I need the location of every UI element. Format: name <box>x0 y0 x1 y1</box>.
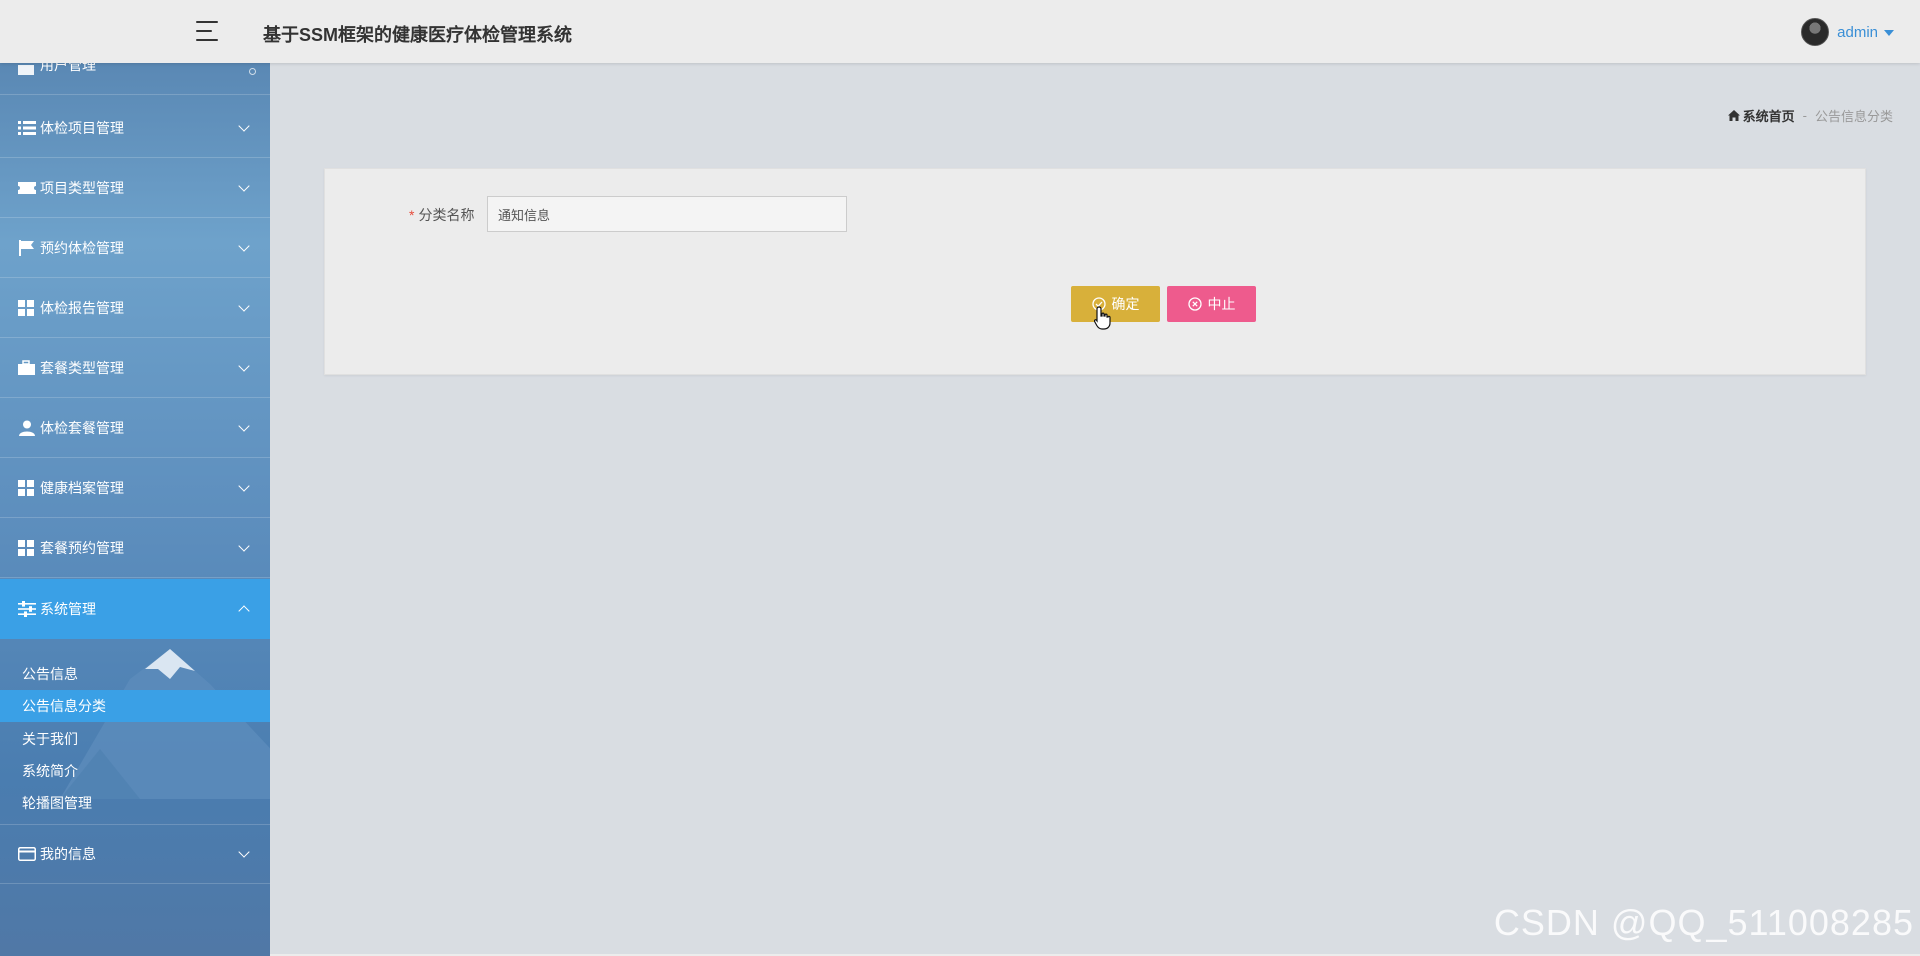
sidebar-subitem-about-us[interactable]: 关于我们 <box>0 723 270 755</box>
sidebar-item-my-info[interactable]: 我的信息 <box>0 824 270 884</box>
sidebar-item-label: 套餐预约管理 <box>40 539 124 556</box>
briefcase-icon <box>18 359 35 375</box>
app-title: 基于SSM框架的健康医疗体检管理系统 <box>263 25 573 45</box>
sidebar-subitem-label: 公告信息分类 <box>22 698 106 714</box>
home-icon <box>1727 110 1740 121</box>
chevron-down-icon <box>238 419 250 432</box>
sliders-icon <box>18 601 36 617</box>
user-menu[interactable]: admin <box>1801 17 1894 47</box>
avatar[interactable] <box>1801 18 1830 46</box>
sidebar-item-packages[interactable]: 体检套餐管理 <box>0 398 270 458</box>
sidebar-subitem-label: 轮播图管理 <box>22 795 92 811</box>
category-name-input[interactable] <box>487 196 847 232</box>
required-mark: * <box>409 207 415 223</box>
sidebar-item-user-management[interactable]: 用户管理 <box>0 63 270 95</box>
sidebar-item-label: 用户管理 <box>40 63 96 73</box>
chevron-up-icon <box>238 605 250 617</box>
sidebar-item-exam-items[interactable]: 体检项目管理 <box>0 98 270 158</box>
flag-icon <box>19 239 34 256</box>
sidebar-item-label: 健康档案管理 <box>40 479 124 496</box>
user-icon <box>19 420 35 436</box>
watermark: CSDN @QQ_511008285 <box>1493 902 1914 943</box>
sidebar-subitem-notice[interactable]: 公告信息 <box>0 658 270 690</box>
sidebar-item-label: 系统管理 <box>40 601 96 617</box>
grid-icon <box>18 479 34 496</box>
sidebar-item-label: 体检套餐管理 <box>40 419 124 436</box>
chevron-down-icon <box>238 359 250 372</box>
sidebar: 用户管理 体检项目管理 项目类型管理 预约体检管理 体检报告管理 套餐类型管理 … <box>0 63 270 956</box>
sidebar-item-package-types[interactable]: 套餐类型管理 <box>0 338 270 398</box>
sidebar-subitem-carousel[interactable]: 轮播图管理 <box>0 787 270 819</box>
sidebar-subitem-label: 系统简介 <box>22 763 78 779</box>
chevron-down-icon <box>238 299 250 312</box>
sidebar-item-label: 体检项目管理 <box>40 119 124 136</box>
sidebar-item-label: 体检报告管理 <box>40 299 124 316</box>
sidebar-item-label: 预约体检管理 <box>40 239 124 256</box>
chevron-down-icon <box>238 119 250 132</box>
grid-icon <box>18 299 34 316</box>
stop-button[interactable]: 中止 <box>1167 286 1256 322</box>
chevron-down-icon <box>238 479 250 492</box>
hand-cursor-icon <box>1094 306 1111 330</box>
form-card: *分类名称 确定 中止 <box>324 168 1866 375</box>
breadcrumb-home-label[interactable]: 系统首页 <box>1743 106 1795 125</box>
category-name-label-text: 分类名称 <box>418 207 475 223</box>
list-icon <box>18 120 36 135</box>
sidebar-item-project-types[interactable]: 项目类型管理 <box>0 158 270 218</box>
top-header: 基于SSM框架的健康医疗体检管理系统 admin <box>0 0 1920 63</box>
breadcrumb-separator: - <box>1802 108 1807 123</box>
sidebar-subitem-system-intro[interactable]: 系统简介 <box>0 755 270 787</box>
confirm-button[interactable]: 确定 <box>1071 286 1160 322</box>
sidebar-subitem-label: 公告信息 <box>22 666 78 682</box>
sidebar-subitem-notice-category[interactable]: 公告信息分类 <box>0 690 270 722</box>
chevron-down-icon <box>238 239 250 252</box>
sidebar-subitem-label: 关于我们 <box>22 731 78 747</box>
sidebar-item-system[interactable]: 系统管理 <box>0 579 270 639</box>
chevron-down-icon <box>238 846 250 858</box>
sidebar-item-label: 项目类型管理 <box>40 179 124 196</box>
card-icon <box>18 847 36 861</box>
sidebar-item-health-records[interactable]: 健康档案管理 <box>0 458 270 518</box>
breadcrumb-current: 公告信息分类 <box>1814 109 1893 124</box>
sidebar-item-appointments[interactable]: 预约体检管理 <box>0 218 270 278</box>
confirm-button-label: 确定 <box>1111 296 1140 312</box>
sidebar-item-label: 我的信息 <box>40 846 96 862</box>
sidebar-item-reports[interactable]: 体检报告管理 <box>0 278 270 338</box>
grid-icon <box>18 539 34 556</box>
sidebar-item-package-appointments[interactable]: 套餐预约管理 <box>0 518 270 578</box>
close-circle-icon <box>1187 297 1202 311</box>
menu-toggle-icon[interactable] <box>196 20 222 42</box>
ticket-icon <box>18 181 36 194</box>
caret-down-icon[interactable] <box>1884 30 1894 36</box>
breadcrumb-home[interactable]: 系统首页 <box>1727 106 1795 125</box>
category-name-label: * 分类名称 <box>409 205 474 225</box>
chevron-down-icon <box>238 179 250 192</box>
chevron-down-icon <box>238 539 250 552</box>
sidebar-item-label: 套餐类型管理 <box>40 359 124 376</box>
stop-button-label: 中止 <box>1207 296 1236 312</box>
user-card-icon <box>18 65 34 75</box>
username[interactable]: admin <box>1837 24 1878 41</box>
collapse-dot-icon <box>249 68 256 75</box>
breadcrumb: 系统首页 - 公告信息分类 <box>1727 106 1893 125</box>
